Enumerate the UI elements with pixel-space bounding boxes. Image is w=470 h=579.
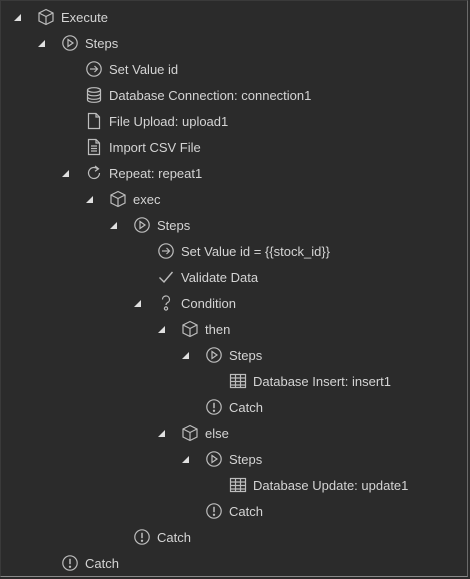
tree-node-label: Steps <box>85 35 119 51</box>
tree-node-validate-data[interactable]: Validate Data <box>1 264 467 290</box>
tree-node-label: Condition <box>181 295 236 311</box>
tree-node-label: Catch <box>229 503 263 519</box>
tree-node-database-update[interactable]: Database Update: update1 <box>1 472 467 498</box>
tree-node-catch[interactable]: Catch <box>1 524 467 550</box>
tree-node-label: File Upload: upload1 <box>109 113 229 129</box>
tree-node-catch[interactable]: Catch <box>1 394 467 420</box>
tree-node-repeat[interactable]: Repeat: repeat1 <box>1 160 467 186</box>
expanded-twisty-icon[interactable] <box>108 220 118 230</box>
tree-node-exec[interactable]: exec <box>1 186 467 212</box>
tree-node-label: Catch <box>229 399 263 415</box>
tree-node-label: Set Value id <box>109 61 179 77</box>
tree-node-steps[interactable]: Steps <box>1 446 467 472</box>
tree-node-label: Import CSV File <box>109 139 201 155</box>
tree-node-label: Database Connection: connection1 <box>109 87 312 103</box>
checkmark-icon <box>157 268 175 286</box>
tree-node-label: Execute <box>61 9 108 25</box>
tree-node-label: Database Insert: insert1 <box>253 373 392 389</box>
tree-node-label: exec <box>133 191 161 207</box>
tree-node-database-insert[interactable]: Database Insert: insert1 <box>1 368 467 394</box>
expanded-twisty-icon[interactable] <box>12 12 22 22</box>
tree-node-label: Catch <box>157 529 191 545</box>
cube-icon <box>37 8 55 26</box>
tree-node-condition[interactable]: Condition <box>1 290 467 316</box>
tree-node-label: Validate Data <box>181 269 259 285</box>
expanded-twisty-icon[interactable] <box>60 168 70 178</box>
database-icon <box>85 86 103 104</box>
file-icon <box>85 112 103 130</box>
repeat-icon <box>85 164 103 182</box>
play-circle-icon <box>61 34 79 52</box>
table-icon <box>229 372 247 390</box>
tree-node-then[interactable]: then <box>1 316 467 342</box>
play-circle-icon <box>133 216 151 234</box>
cube-icon <box>181 424 199 442</box>
expanded-twisty-icon[interactable] <box>180 350 190 360</box>
tree-node-else[interactable]: else <box>1 420 467 446</box>
tree-node-label: Steps <box>157 217 191 233</box>
tree-node-label: Catch <box>85 555 119 571</box>
tree-node-label: Steps <box>229 451 263 467</box>
table-icon <box>229 476 247 494</box>
tree-node-label: Repeat: repeat1 <box>109 165 203 181</box>
tree-node-file-upload[interactable]: File Upload: upload1 <box>1 108 467 134</box>
tree-node-catch[interactable]: Catch <box>1 498 467 524</box>
tree-node-steps[interactable]: Steps <box>1 30 467 56</box>
expanded-twisty-icon[interactable] <box>84 194 94 204</box>
tree-node-catch[interactable]: Catch <box>1 550 467 576</box>
cube-icon <box>109 190 127 208</box>
tree-node-steps[interactable]: Steps <box>1 342 467 368</box>
tree-node-import-csv[interactable]: Import CSV File <box>1 134 467 160</box>
expanded-twisty-icon[interactable] <box>36 38 46 48</box>
tree-node-label: else <box>205 425 229 441</box>
tree-node-set-value[interactable]: Set Value id <box>1 56 467 82</box>
tree-node-label: Steps <box>229 347 263 363</box>
tree-node-label: then <box>205 321 231 337</box>
tree-node-database-connection[interactable]: Database Connection: connection1 <box>1 82 467 108</box>
exclamation-circle-icon <box>133 528 151 546</box>
tree-node-set-value[interactable]: Set Value id = {{stock_id}} <box>1 238 467 264</box>
action-tree-panel: Execute Steps Set Value id Database Conn… <box>0 0 468 577</box>
tree-node-execute[interactable]: Execute <box>1 4 467 30</box>
question-icon <box>157 294 175 312</box>
document-lines-icon <box>85 138 103 156</box>
exclamation-circle-icon <box>205 398 223 416</box>
cube-icon <box>181 320 199 338</box>
arrow-right-circle-icon <box>85 60 103 78</box>
expanded-twisty-icon[interactable] <box>156 428 166 438</box>
arrow-right-circle-icon <box>157 242 175 260</box>
tree-node-label: Set Value id = {{stock_id}} <box>181 243 331 259</box>
tree-node-label: Database Update: update1 <box>253 477 409 493</box>
expanded-twisty-icon[interactable] <box>132 298 142 308</box>
play-circle-icon <box>205 450 223 468</box>
exclamation-circle-icon <box>205 502 223 520</box>
expanded-twisty-icon[interactable] <box>180 454 190 464</box>
play-circle-icon <box>205 346 223 364</box>
exclamation-circle-icon <box>61 554 79 572</box>
tree-node-steps[interactable]: Steps <box>1 212 467 238</box>
expanded-twisty-icon[interactable] <box>156 324 166 334</box>
